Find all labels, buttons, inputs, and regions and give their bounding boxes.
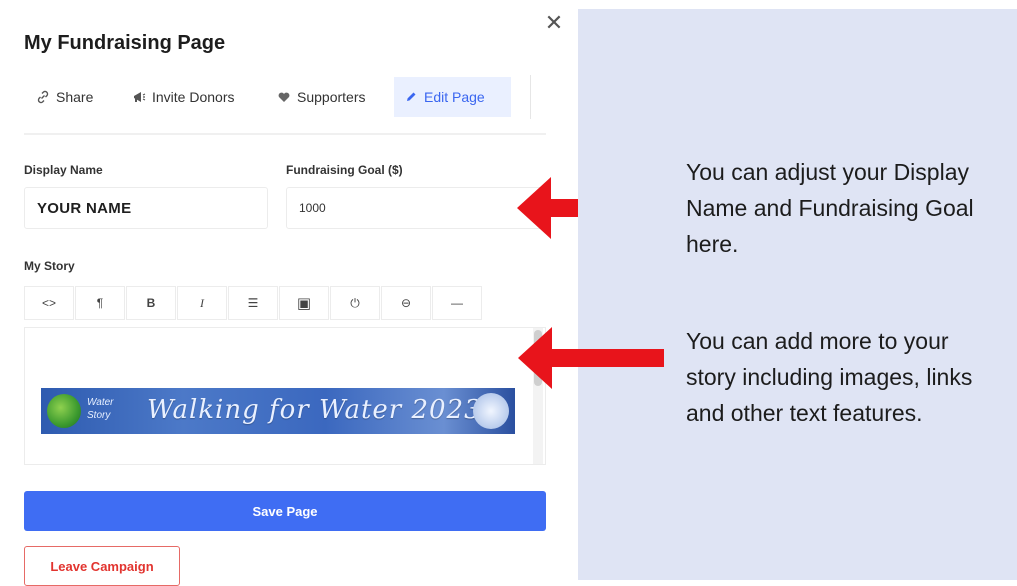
banner-brand-line1: Water	[87, 397, 114, 408]
display-name-label: Display Name	[24, 163, 103, 177]
italic-icon[interactable]: I	[177, 286, 227, 320]
story-editor[interactable]: Water Story Walking for Water 2023	[24, 327, 546, 465]
tab-invite-label: Invite Donors	[152, 89, 235, 105]
my-story-label: My Story	[24, 259, 75, 273]
tab-edit-label: Edit Page	[424, 89, 485, 105]
leave-campaign-button[interactable]: Leave Campaign	[24, 546, 180, 586]
story-banner-image: Water Story Walking for Water 2023	[41, 388, 515, 434]
tab-supporters[interactable]: Supporters	[267, 77, 375, 117]
banner-brand-line2: Story	[87, 410, 111, 421]
paragraph-icon[interactable]: ¶	[75, 286, 125, 320]
tab-supporters-label: Supporters	[297, 89, 366, 105]
megaphone-icon	[132, 90, 146, 104]
embed-icon[interactable]: ⏻	[330, 286, 380, 320]
tabs-divider	[530, 75, 531, 119]
heart-icon	[277, 90, 291, 104]
editor-toolbar: <> ¶ B I ☰ ▣ ⏻ ⊖ —	[24, 286, 483, 320]
link-icon	[36, 90, 50, 104]
banner-title: Walking for Water 2023	[147, 395, 482, 425]
display-name-input[interactable]	[24, 187, 268, 229]
fundraising-modal: ✕ My Fundraising Page Share Invite Donor…	[0, 0, 578, 586]
banner-brand: Water Story	[87, 396, 127, 422]
fundraising-goal-input[interactable]	[286, 187, 548, 229]
tab-invite-donors[interactable]: Invite Donors	[122, 77, 244, 117]
callout-display-name: You can adjust your Display Name and Fun…	[686, 159, 974, 257]
fundraising-goal-label: Fundraising Goal ($)	[286, 163, 403, 177]
close-icon[interactable]: ✕	[543, 12, 565, 34]
callout-story: You can add more to your story including…	[686, 328, 973, 426]
lighthouse-badge-icon	[473, 393, 509, 429]
page-title: My Fundraising Page	[24, 32, 226, 54]
horizontal-rule-icon[interactable]: —	[432, 286, 482, 320]
image-icon[interactable]: ▣	[279, 286, 329, 320]
instruction-panel: You can adjust your Display Name and Fun…	[578, 9, 1017, 580]
code-icon[interactable]: <>	[24, 286, 74, 320]
water-logo-icon	[47, 394, 81, 428]
bold-icon[interactable]: B	[126, 286, 176, 320]
tab-share[interactable]: Share	[26, 77, 103, 117]
pencil-icon	[404, 90, 418, 104]
tab-share-label: Share	[56, 89, 94, 105]
tab-bar: Share Invite Donors Supporters Edit Page	[24, 75, 546, 135]
save-page-button[interactable]: Save Page	[24, 491, 546, 531]
list-icon[interactable]: ☰	[228, 286, 278, 320]
link-icon[interactable]: ⊖	[381, 286, 431, 320]
tab-edit-page[interactable]: Edit Page	[394, 77, 511, 117]
arrow-left-icon	[518, 327, 664, 389]
